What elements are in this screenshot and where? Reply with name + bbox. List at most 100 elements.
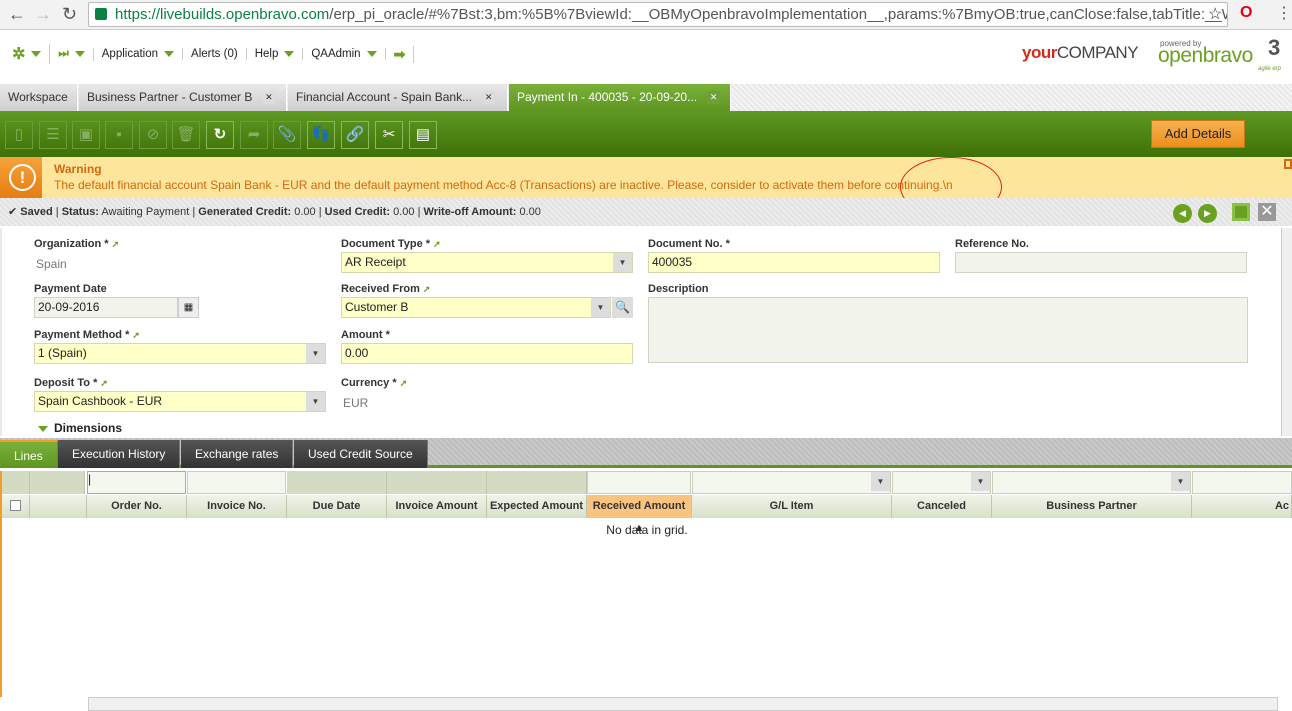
export-icon[interactable]: ➦: [240, 121, 268, 149]
next-record-button[interactable]: ▶: [1198, 204, 1217, 223]
menu-alerts[interactable]: Alerts (0): [183, 48, 247, 60]
warning-message: The default financial account Spain Bank…: [54, 178, 953, 192]
tab-financial-account[interactable]: Financial Account - Spain Bank... ✕: [288, 84, 508, 111]
reload-icon[interactable]: ↻: [62, 4, 77, 25]
tab-exchange-rates[interactable]: Exchange rates: [181, 440, 294, 468]
new-row-icon[interactable]: ☰: [39, 121, 67, 149]
undo-icon[interactable]: ⊘: [139, 121, 167, 149]
column-invoice-no[interactable]: Invoice No.: [187, 495, 287, 518]
save-icon[interactable]: ▣: [72, 121, 100, 149]
quick-create[interactable]: ⏭: [50, 47, 94, 61]
amount-input[interactable]: 0.00: [341, 343, 633, 364]
save-close-icon[interactable]: ▪: [105, 121, 133, 149]
link-icon[interactable]: 🔗: [341, 121, 369, 149]
menu-label: QAAdmin: [311, 48, 361, 60]
description-label: Description: [648, 283, 709, 295]
close-form-button[interactable]: ✕: [1258, 203, 1276, 221]
menu-application[interactable]: Application: [94, 48, 184, 60]
document-type-label: Document Type * ➚: [341, 238, 441, 250]
reference-no-label: Reference No.: [955, 238, 1029, 250]
payment-method-select[interactable]: 1 (Spain) ▼: [34, 343, 326, 364]
column-invoice-amount[interactable]: Invoice Amount: [387, 495, 487, 518]
tab-workspace[interactable]: Workspace: [0, 84, 78, 111]
filter-row: | ▼ ▼ ▼: [2, 471, 1292, 494]
filter-received-amount[interactable]: [587, 471, 691, 494]
opera-icon[interactable]: O: [1240, 4, 1252, 22]
filter-invoice-no[interactable]: [187, 471, 286, 494]
chevron-down-icon[interactable]: ▼: [1171, 472, 1190, 491]
filter-order-no[interactable]: |: [87, 471, 186, 494]
company-logo: yourCOMPANY: [1022, 43, 1139, 63]
chevron-down-icon[interactable]: ▼: [971, 472, 990, 491]
column-business-partner[interactable]: Business Partner: [992, 495, 1192, 518]
calendar-icon[interactable]: ▦: [178, 297, 199, 318]
previous-record-button[interactable]: ◀: [1173, 204, 1192, 223]
chevron-down-icon[interactable]: ▼: [306, 392, 325, 411]
form-scrollbar[interactable]: [1281, 228, 1292, 436]
column-canceled[interactable]: Canceled: [892, 495, 992, 518]
attachment-icon[interactable]: 📎: [273, 121, 301, 149]
back-icon[interactable]: ←: [8, 4, 26, 25]
tab-execution-history[interactable]: Execution History: [58, 440, 181, 468]
document-no-input[interactable]: 400035: [648, 252, 940, 273]
address-bar[interactable]: https://livebuilds.openbravo.com/erp_pi_…: [88, 2, 1228, 27]
dimensions-section[interactable]: Dimensions: [38, 421, 122, 435]
logout-button[interactable]: ➡: [386, 45, 415, 63]
tools-icon[interactable]: ✂: [375, 121, 403, 149]
chevron-down-icon: [74, 51, 85, 57]
filter-canceled[interactable]: ▼: [892, 471, 991, 494]
chevron-down-icon[interactable]: ▼: [306, 344, 325, 363]
delete-icon[interactable]: 🗑: [172, 121, 200, 149]
grid-horizontal-scrollbar[interactable]: [88, 697, 1278, 711]
column-received-amount[interactable]: Received Amount ▲: [587, 495, 692, 534]
document-type-select[interactable]: AR Receipt ▼: [341, 252, 633, 273]
deposit-to-label: Deposit To * ➚: [34, 377, 108, 389]
tab-used-credit-source[interactable]: Used Credit Source: [294, 440, 428, 468]
new-document-icon[interactable]: ▯: [5, 121, 33, 149]
payment-date-label: Payment Date: [34, 283, 107, 295]
filter-account[interactable]: [1192, 471, 1292, 494]
maximize-button[interactable]: [1232, 203, 1250, 221]
menu-help[interactable]: Help: [247, 48, 304, 60]
column-due-date[interactable]: Due Date: [287, 495, 387, 518]
tab-payment-in[interactable]: Payment In - 400035 - 20-09-20... ✕: [509, 84, 731, 111]
menu-user[interactable]: QAAdmin: [303, 48, 386, 60]
select-all-checkbox[interactable]: [2, 495, 30, 518]
column-gl-item[interactable]: G/L Item: [692, 495, 892, 518]
filter-gl-item[interactable]: ▼: [692, 471, 891, 494]
chevron-down-icon[interactable]: ▼: [871, 472, 890, 491]
logout-icon: ➡: [393, 45, 406, 62]
close-icon[interactable]: ✕: [707, 91, 721, 104]
menu-icon[interactable]: ⋮: [1276, 3, 1292, 23]
received-from-select[interactable]: Customer B ▼: [341, 297, 611, 318]
window-tabs: Workspace Business Partner - Customer B ✕…: [0, 84, 1292, 111]
search-icon[interactable]: 🔍: [612, 297, 633, 318]
description-textarea[interactable]: [648, 297, 1248, 363]
tab-business-partner[interactable]: Business Partner - Customer B ✕: [79, 84, 287, 111]
deposit-to-select[interactable]: Spain Cashbook - EUR ▼: [34, 391, 326, 412]
column-account[interactable]: Ac: [1192, 495, 1292, 518]
column-expected-amount[interactable]: Expected Amount: [487, 495, 587, 518]
quick-launch[interactable]: ✲: [4, 44, 51, 64]
column-order-no[interactable]: Order No.: [87, 495, 187, 518]
grid-form-toggle-icon[interactable]: ▤: [409, 121, 437, 149]
audit-trail-icon[interactable]: 👣: [307, 121, 335, 149]
refresh-icon[interactable]: ↻: [206, 121, 234, 149]
close-warning-icon[interactable]: [1284, 159, 1292, 169]
close-icon[interactable]: ✕: [262, 91, 276, 104]
amount-label: Amount *: [341, 329, 390, 341]
forward-icon[interactable]: →: [34, 4, 52, 25]
chevron-down-icon[interactable]: ▼: [591, 298, 610, 317]
reference-no-input[interactable]: [955, 252, 1247, 273]
chevron-down-icon[interactable]: ▼: [613, 253, 632, 272]
url-path: /erp_pi_oracle/#%7Bst:3,bm:%5B%7BviewId:…: [329, 6, 1228, 23]
status-bar: ✔ Saved | Status: Awaiting Payment | Gen…: [0, 198, 1292, 226]
filter-business-partner[interactable]: ▼: [992, 471, 1191, 494]
chevron-down-icon: [164, 51, 175, 57]
star-icon[interactable]: ☆: [1208, 4, 1222, 24]
add-details-button[interactable]: Add Details: [1151, 120, 1245, 148]
close-icon[interactable]: ✕: [482, 91, 496, 104]
tab-lines[interactable]: Lines: [0, 440, 58, 468]
payment-date-input[interactable]: 20-09-2016: [34, 297, 178, 318]
organization-label: Organization * ➚: [34, 238, 120, 250]
